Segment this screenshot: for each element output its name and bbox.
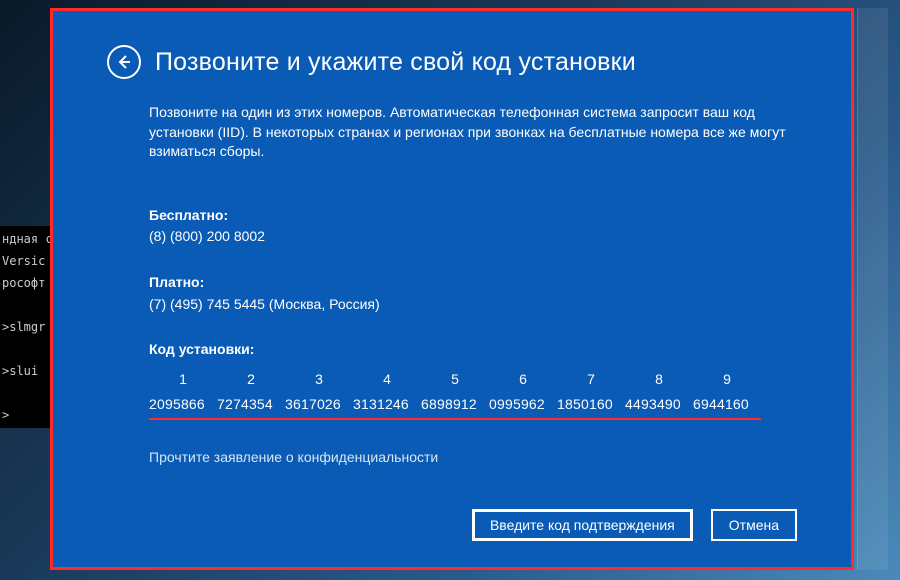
cancel-button[interactable]: Отмена	[711, 509, 797, 541]
highlight-frame: Позвоните и укажите свой код установки П…	[50, 8, 854, 570]
iid-value: 1850160	[557, 395, 625, 415]
free-phone-block: Бесплатно: (8) (800) 200 8002	[149, 206, 797, 247]
arrow-left-icon	[116, 54, 132, 70]
window-edge	[857, 8, 888, 570]
enter-confirmation-button[interactable]: Введите код подтверждения	[472, 509, 693, 541]
iid-value: 2095866	[149, 395, 217, 415]
command-prompt-fragment: ндная ст Versic рософт >slmgr >slui >	[0, 226, 54, 428]
title-row: Позвоните и укажите свой код установки	[107, 45, 797, 79]
paid-label: Платно:	[149, 273, 797, 293]
paid-number: (7) (495) 745 5445 (Москва, Россия)	[149, 295, 797, 315]
iid-value: 0995962	[489, 395, 557, 415]
iid-header: 9	[693, 370, 761, 390]
free-number: (8) (800) 200 8002	[149, 227, 797, 247]
iid-table: 1 2 3 4 5 6 7 8 9 2095866 7274354 361702…	[149, 370, 797, 415]
iid-label: Код установки:	[149, 340, 797, 360]
iid-header: 8	[625, 370, 693, 390]
privacy-link[interactable]: Прочтите заявление о конфиденциальности	[149, 448, 797, 468]
iid-value: 6944160	[693, 395, 761, 415]
iid-value: 4493490	[625, 395, 693, 415]
iid-value: 7274354	[217, 395, 285, 415]
iid-header: 3	[285, 370, 353, 390]
button-row: Введите код подтверждения Отмена	[472, 509, 797, 541]
iid-header: 6	[489, 370, 557, 390]
highlight-underline	[149, 418, 761, 420]
iid-value: 3617026	[285, 395, 353, 415]
iid-header: 5	[421, 370, 489, 390]
paid-phone-block: Платно: (7) (495) 745 5445 (Москва, Росс…	[149, 273, 797, 314]
activation-dialog: Позвоните и укажите свой код установки П…	[53, 11, 851, 567]
back-button[interactable]	[107, 45, 141, 79]
dialog-title: Позвоните и укажите свой код установки	[155, 48, 636, 77]
iid-value: 3131246	[353, 395, 421, 415]
iid-header: 1	[149, 370, 217, 390]
free-label: Бесплатно:	[149, 206, 797, 226]
iid-header: 4	[353, 370, 421, 390]
dialog-content: Позвоните на один из этих номеров. Автом…	[107, 103, 797, 468]
iid-header: 2	[217, 370, 285, 390]
desktop-background: ндная ст Versic рософт >slmgr >slui > По…	[0, 0, 900, 580]
intro-text: Позвоните на один из этих номеров. Автом…	[149, 103, 789, 162]
iid-header: 7	[557, 370, 625, 390]
iid-value: 6898912	[421, 395, 489, 415]
